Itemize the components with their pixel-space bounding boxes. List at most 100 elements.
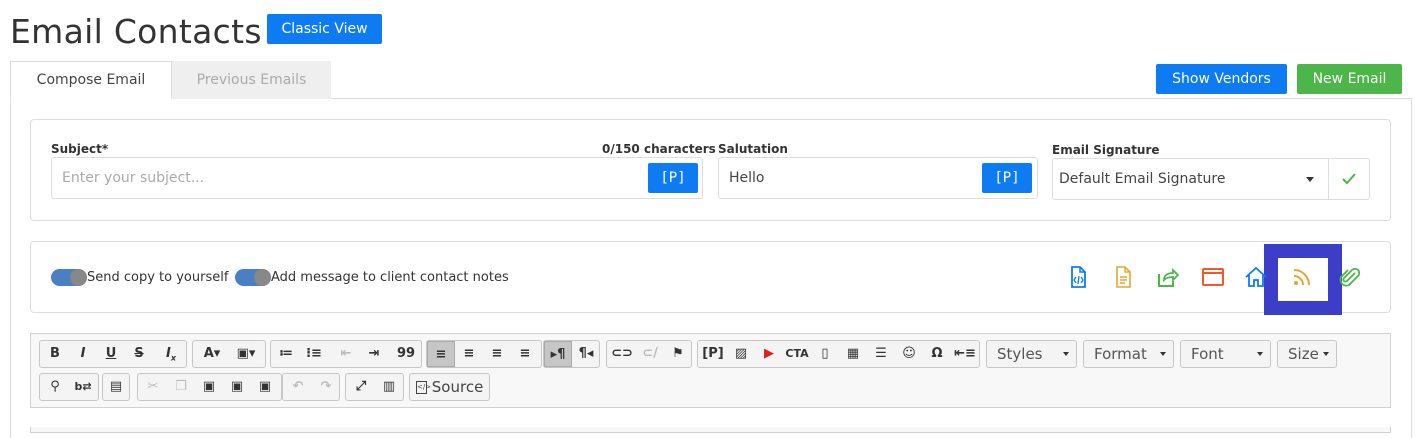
- paperclip-icon[interactable]: [1337, 265, 1361, 289]
- background-color-icon[interactable]: ▣▾: [231, 344, 261, 364]
- signature-selected-value: Default Email Signature: [1059, 171, 1226, 187]
- document-icon[interactable]: [1111, 265, 1135, 289]
- link-group: ⊂⊃ ⊂/ ⚑: [606, 340, 692, 368]
- italic-icon[interactable]: I: [71, 344, 95, 364]
- placeholder-icon[interactable]: [P]: [701, 344, 725, 364]
- chevron-down-icon: [1257, 352, 1263, 356]
- confirm-signature-button[interactable]: [1328, 158, 1370, 200]
- toggle-knob: [70, 269, 87, 286]
- salutation-placeholder-button[interactable]: [P]: [982, 163, 1032, 193]
- align-group: ≡ ≡ ≡ ≡: [426, 340, 542, 368]
- smiley-icon[interactable]: ☺: [897, 344, 921, 364]
- subject-field: [P]: [51, 157, 703, 199]
- page-break-icon[interactable]: ⇤≡: [953, 344, 977, 364]
- align-right-icon[interactable]: ≡: [485, 344, 509, 364]
- align-center-icon[interactable]: ≡: [457, 344, 481, 364]
- home-icon[interactable]: [1244, 265, 1268, 289]
- salutation-label: Salutation: [718, 142, 788, 156]
- color-group: A▾ ▣▾: [192, 340, 266, 368]
- classic-view-button[interactable]: Classic View: [267, 14, 382, 44]
- new-email-button[interactable]: New Email: [1297, 64, 1402, 94]
- chevron-down-icon: [1323, 352, 1329, 356]
- chevron-down-icon: [1063, 352, 1069, 356]
- clipboard-group: ✂ ❐ ▣ ▣ ▣: [137, 373, 282, 401]
- redo-icon[interactable]: ↷: [314, 377, 338, 397]
- tab-previous-emails[interactable]: Previous Emails: [172, 61, 331, 99]
- signature-label: Email Signature: [1052, 143, 1160, 157]
- history-group: ↶ ↷: [282, 373, 340, 401]
- add-notes-label: Add message to client contact notes: [271, 270, 509, 285]
- copy-icon[interactable]: ❐: [169, 377, 193, 397]
- bold-icon[interactable]: B: [43, 344, 67, 364]
- checkmark-icon: [1342, 173, 1356, 185]
- ltr-icon[interactable]: ▸¶: [544, 341, 572, 367]
- justify-icon[interactable]: ≡: [513, 344, 537, 364]
- send-copy-label: Send copy to yourself: [87, 270, 229, 285]
- chevron-down-icon: [1160, 352, 1166, 356]
- code-file-icon[interactable]: [1066, 265, 1090, 289]
- cta-icon[interactable]: CTA: [785, 344, 809, 364]
- font-dropdown[interactable]: Font: [1180, 340, 1271, 368]
- chevron-down-icon: [1306, 177, 1314, 182]
- show-blocks-icon[interactable]: ▥: [377, 377, 401, 397]
- source-button[interactable]: </> Source: [416, 377, 483, 397]
- subject-placeholder-button[interactable]: [P]: [648, 163, 698, 193]
- font-label: Font: [1191, 345, 1224, 363]
- select-all-group: ▤: [102, 373, 130, 401]
- toggle-knob: [254, 269, 271, 286]
- styles-dropdown[interactable]: Styles: [986, 340, 1077, 368]
- image-icon[interactable]: ▨: [729, 344, 753, 364]
- numbered-list-icon[interactable]: ≔: [274, 344, 298, 364]
- special-char-icon[interactable]: Ω: [925, 344, 949, 364]
- tab-compose-email[interactable]: Compose Email: [10, 61, 172, 99]
- rss-icon[interactable]: [1290, 265, 1314, 289]
- size-dropdown[interactable]: Size: [1277, 340, 1337, 368]
- find-group: ⚲ b⇄: [39, 373, 99, 401]
- styles-label: Styles: [997, 345, 1043, 363]
- maximize-icon[interactable]: ⤢: [349, 377, 373, 397]
- browser-window-icon[interactable]: [1201, 265, 1225, 289]
- view-group: ⤢ ▥: [345, 373, 404, 401]
- youtube-icon[interactable]: ▶: [757, 344, 781, 364]
- indent-icon[interactable]: ⇥: [362, 344, 386, 364]
- source-group: </> Source: [409, 373, 490, 401]
- size-label: Size: [1288, 345, 1319, 363]
- signature-select[interactable]: Default Email Signature: [1052, 158, 1329, 200]
- editor-body[interactable]: [30, 407, 1391, 427]
- source-code-icon: </>: [416, 381, 431, 394]
- blockquote-icon[interactable]: 99: [394, 344, 418, 364]
- bulleted-list-icon[interactable]: ⁝≡: [302, 344, 326, 364]
- undo-icon[interactable]: ↶: [286, 377, 310, 397]
- subject-label: Subject*: [51, 142, 109, 156]
- format-dropdown[interactable]: Format: [1083, 340, 1174, 368]
- paste-text-icon[interactable]: ▣: [225, 377, 249, 397]
- align-left-icon[interactable]: ≡: [427, 341, 455, 367]
- rtl-icon[interactable]: ¶◂: [574, 344, 598, 364]
- page-icon[interactable]: ▯: [813, 344, 837, 364]
- search-icon[interactable]: ⚲: [43, 377, 67, 397]
- link-icon[interactable]: ⊂⊃: [610, 344, 634, 364]
- text-color-icon[interactable]: A▾: [197, 344, 227, 364]
- select-all-icon[interactable]: ▤: [104, 377, 128, 397]
- salutation-input[interactable]: [719, 158, 977, 198]
- send-copy-toggle[interactable]: [51, 269, 87, 286]
- horizontal-rule-icon[interactable]: ☰: [869, 344, 893, 364]
- anchor-flag-icon[interactable]: ⚑: [666, 344, 690, 364]
- show-vendors-button[interactable]: Show Vendors: [1156, 64, 1287, 94]
- remove-format-icon[interactable]: Ix: [159, 344, 183, 364]
- replace-icon[interactable]: b⇄: [71, 377, 95, 397]
- insert-group: [P] ▨ ▶ CTA ▯ ▦ ☰ ☺ Ω ⇤≡: [697, 340, 980, 368]
- format-label: Format: [1094, 345, 1147, 363]
- unlink-icon[interactable]: ⊂/: [638, 344, 662, 364]
- cut-icon[interactable]: ✂: [141, 377, 165, 397]
- outdent-icon[interactable]: ⇤: [334, 344, 358, 364]
- share-icon[interactable]: [1155, 265, 1179, 289]
- subject-input[interactable]: [52, 158, 642, 198]
- underline-icon[interactable]: U: [99, 344, 123, 364]
- add-notes-toggle[interactable]: [235, 269, 271, 286]
- salutation-field: [P]: [718, 157, 1038, 199]
- strikethrough-icon[interactable]: S: [127, 344, 151, 364]
- table-icon[interactable]: ▦: [841, 344, 865, 364]
- paste-word-icon[interactable]: ▣: [253, 377, 277, 397]
- paste-icon[interactable]: ▣: [197, 377, 221, 397]
